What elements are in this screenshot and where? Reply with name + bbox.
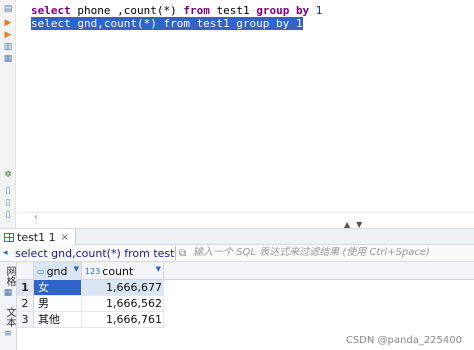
- editor-gutter: ▤ ▶ ▶ ▥ ▦ ✲ ▯ ▯ ▯: [0, 0, 16, 228]
- table-icon: [4, 232, 14, 242]
- keyword: group by: [256, 4, 310, 17]
- execute-script-icon[interactable]: ▶: [3, 30, 13, 40]
- sql-line-2-selected[interactable]: select gnd,count(*) from test1 group by …: [31, 17, 303, 30]
- tab-grid-view[interactable]: 网格: [2, 266, 15, 286]
- sort-filter-icon[interactable]: ▼: [156, 265, 161, 273]
- settings-icon[interactable]: ✲: [3, 170, 13, 180]
- divider: [175, 246, 176, 260]
- query-filter-bar: ◂ select gnd,count(*) from test1 group b…: [0, 245, 474, 262]
- number-column-icon: 123: [85, 266, 101, 276]
- filter-input[interactable]: [193, 246, 471, 260]
- tab-label: test1 1: [17, 230, 56, 244]
- code-text: phone ,count(*): [70, 4, 184, 17]
- select-all-corner[interactable]: [17, 262, 34, 280]
- cell-count[interactable]: 1,666,562: [82, 296, 164, 312]
- cell-value: 1,666,562: [106, 297, 162, 310]
- sort-filter-icon[interactable]: ▼: [74, 265, 79, 273]
- tab-text-view[interactable]: 文本: [2, 307, 15, 327]
- sql-editor[interactable]: ▤ ▶ ▶ ▥ ▦ ✲ ▯ ▯ ▯ select phone ,count(*)…: [0, 0, 474, 229]
- table-row[interactable]: 2 男 1,666,562: [17, 296, 164, 312]
- watermark: CSDN @panda_225400: [345, 335, 462, 346]
- result-tab-bar: test1 1 ×: [0, 228, 474, 245]
- cell-gnd[interactable]: 其他: [34, 312, 82, 328]
- text-icon[interactable]: ≡: [3, 330, 13, 339]
- close-icon[interactable]: ×: [61, 232, 69, 243]
- table-row[interactable]: 3 其他 1,666,761: [17, 312, 164, 328]
- filter-icon[interactable]: ⧉: [179, 247, 186, 260]
- column-name: count: [102, 264, 134, 278]
- explain-plan-icon[interactable]: ▥: [3, 42, 13, 52]
- cell-value: 1,666,761: [106, 313, 162, 326]
- editor-bottom-divider: [18, 212, 474, 226]
- cell-gnd[interactable]: 女: [34, 280, 82, 296]
- column-header-count[interactable]: 123 count ▼: [82, 262, 164, 280]
- number-literal: 1: [309, 4, 323, 17]
- table-row[interactable]: 1 女 1,666,677: [17, 280, 164, 296]
- text-column-icon: ▭: [37, 266, 45, 276]
- sql-line-1[interactable]: select phone ,count(*) from test1 group …: [31, 4, 322, 17]
- output-icon[interactable]: ▯: [3, 186, 13, 196]
- grid-icon[interactable]: ▦: [3, 289, 13, 298]
- code-text: test1: [209, 4, 257, 17]
- outline-icon[interactable]: ▤: [3, 4, 13, 14]
- keyword: select: [31, 4, 71, 17]
- column-header-gnd[interactable]: ▭ gnd ▼: [34, 262, 82, 280]
- cell-count[interactable]: 1,666,677: [82, 280, 164, 296]
- variables-icon[interactable]: ▯: [3, 210, 13, 220]
- executed-query-text: select gnd,count(*) from test1 group by …: [15, 247, 175, 260]
- tab-test1-1[interactable]: test1 1 ×: [0, 229, 77, 245]
- sql-icon: ◂: [3, 248, 8, 258]
- log-icon[interactable]: ▯: [3, 198, 13, 208]
- cell-count[interactable]: 1,666,761: [82, 312, 164, 328]
- scroll-left-icon[interactable]: ‹: [34, 212, 38, 223]
- row-number[interactable]: 1: [17, 280, 34, 296]
- column-name: gnd: [46, 264, 68, 278]
- row-number[interactable]: 3: [17, 312, 34, 328]
- view-switcher: 网格 ▦ 文本 ≡: [0, 262, 17, 350]
- cell-value: 1,666,677: [106, 281, 162, 294]
- grid-header: ▭ gnd ▼ 123 count ▼: [17, 262, 474, 280]
- keyword: from: [183, 4, 210, 17]
- export-icon[interactable]: ▦: [3, 54, 13, 64]
- execute-statement-icon[interactable]: ▶: [3, 18, 13, 28]
- cell-gnd[interactable]: 男: [34, 296, 82, 312]
- row-number[interactable]: 2: [17, 296, 34, 312]
